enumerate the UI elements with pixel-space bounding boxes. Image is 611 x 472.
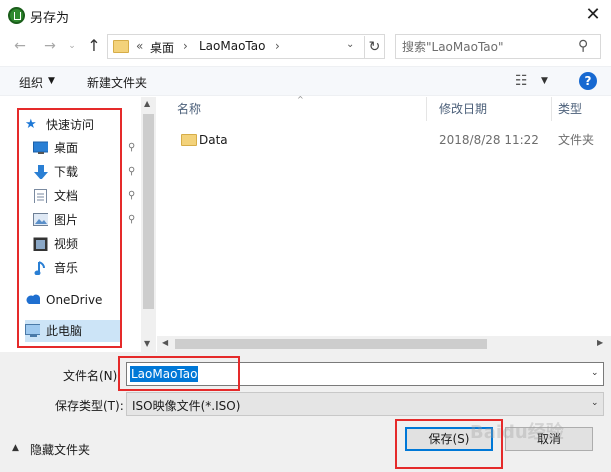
chevron-down-icon[interactable]: ▼	[541, 76, 548, 86]
folder-icon	[113, 40, 129, 53]
chevron-down-icon[interactable]: ⌄	[591, 398, 599, 408]
window-title: 另存为	[30, 11, 70, 26]
annotation-box-save	[395, 419, 503, 469]
up-button[interactable]: ↑	[84, 36, 104, 56]
search-box[interactable]: ⚲	[395, 34, 601, 59]
scroll-up-icon[interactable]: ▲	[144, 99, 150, 108]
scroll-thumb[interactable]	[143, 114, 154, 309]
command-bar: 组织 ▼ 新建文件夹 ☷ ▼ ?	[0, 66, 611, 96]
scroll-thumb[interactable]	[175, 339, 487, 349]
chevron-down-icon[interactable]: ▼	[48, 76, 55, 86]
scroll-left-icon[interactable]: ◀	[162, 338, 168, 347]
row-name: Data	[199, 133, 228, 147]
annotation-box-sidebar	[17, 108, 122, 348]
refresh-button[interactable]: ↻	[364, 36, 384, 58]
breadcrumb-desktop[interactable]: 桌面	[150, 39, 174, 56]
column-header-name[interactable]: 名称	[157, 97, 427, 121]
app-icon	[8, 7, 25, 24]
recent-locations-button[interactable]: ⌄	[62, 36, 82, 56]
scroll-right-icon[interactable]: ▶	[597, 338, 603, 347]
breadcrumb-separator-icon[interactable]: ›	[275, 39, 280, 53]
new-folder-button[interactable]: 新建文件夹	[87, 74, 147, 91]
save-form: 文件名(N): LaoMaoTao ⌄ 保存类型(T): ISO映像文件(*.I…	[0, 352, 611, 472]
forward-button[interactable]: →	[40, 36, 60, 56]
filetype-value: ISO映像文件(*.ISO)	[132, 399, 241, 413]
pin-icon: ⚲	[128, 190, 136, 201]
column-header-type[interactable]: 类型	[552, 97, 611, 121]
horizontal-scrollbar[interactable]: ◀ ▶	[157, 336, 611, 352]
organize-button[interactable]: 组织	[19, 74, 43, 91]
filetype-label: 保存类型(T):	[55, 399, 124, 413]
pin-icon: ⚲	[128, 166, 136, 177]
chevron-up-icon: ▲	[12, 443, 19, 453]
column-header-modified[interactable]: 修改日期	[427, 97, 552, 121]
search-icon[interactable]: ⚲	[578, 38, 588, 54]
breadcrumb-laomaotao[interactable]: LaoMaoTao	[199, 39, 265, 53]
sidebar-scrollbar[interactable]: ▲ ▼	[141, 97, 156, 352]
help-icon[interactable]: ?	[579, 72, 597, 90]
chevron-down-icon[interactable]: ⌄	[591, 368, 599, 378]
hide-folders-label: 隐藏文件夹	[30, 443, 91, 457]
breadcrumb-separator-icon[interactable]: ›	[183, 39, 188, 53]
sort-ascending-icon: ^	[297, 95, 304, 104]
back-button[interactable]: ←	[10, 36, 30, 56]
scroll-down-icon[interactable]: ▼	[144, 339, 150, 348]
table-row[interactable]: Data 2018/8/28 11:22 文件夹	[157, 129, 611, 151]
breadcrumb-overflow[interactable]: «	[136, 39, 143, 53]
address-bar[interactable]: « 桌面 › LaoMaoTao › ⌄ ↻	[107, 34, 385, 59]
title-bar: 另存为 ✕	[0, 0, 611, 30]
file-list: 名称 修改日期 类型 ^ Data 2018/8/28 11:22 文件夹	[157, 95, 611, 352]
view-options-icon[interactable]: ☷	[515, 73, 528, 89]
filename-label: 文件名(N):	[63, 369, 122, 383]
address-dropdown-icon[interactable]: ⌄	[346, 39, 354, 50]
filetype-select[interactable]: ISO映像文件(*.ISO) ⌄	[126, 392, 604, 416]
folder-icon	[181, 134, 197, 146]
search-input[interactable]	[402, 37, 572, 56]
pin-icon: ⚲	[128, 142, 136, 153]
annotation-box-filename	[118, 356, 240, 391]
row-type: 文件夹	[558, 133, 595, 147]
pin-icon: ⚲	[128, 214, 136, 225]
close-icon[interactable]: ✕	[578, 3, 608, 27]
row-modified: 2018/8/28 11:22	[439, 133, 539, 147]
